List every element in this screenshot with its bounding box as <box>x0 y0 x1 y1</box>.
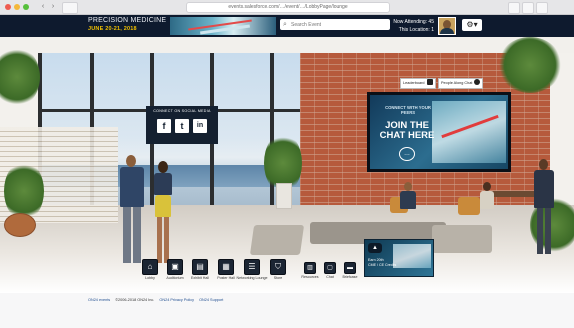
chat-screen[interactable]: CONNECT WITH YOUR PEERS JOIN THE CHAT HE… <box>367 92 511 172</box>
address-bar[interactable]: events.salesforce.com/…/event/…/LobbyPag… <box>186 2 390 13</box>
armchair <box>249 225 305 255</box>
standing-attendee <box>532 159 556 259</box>
browser-chrome: ‹ › events.salesforce.com/…/event/…/Lobb… <box>0 0 574 15</box>
networking-lounge-icon: ☰ <box>244 259 260 275</box>
graduation-cap-icon: ▲ <box>368 243 382 253</box>
store-icon: ⛉ <box>270 259 286 275</box>
chevron-down-icon: ▾ <box>473 20 478 29</box>
footer-brand[interactable]: ON24 events <box>88 298 110 302</box>
search-input[interactable] <box>291 20 387 29</box>
event-date: JUNE 20-21, 2018 <box>88 26 137 32</box>
poster-hall-icon: ▦ <box>218 259 234 275</box>
facebook-icon[interactable]: f <box>157 119 171 133</box>
tabs-icon[interactable] <box>522 2 534 14</box>
potted-plant <box>4 161 44 221</box>
twitter-icon[interactable]: t <box>175 119 189 133</box>
this-location: This Location: 1 <box>398 27 434 33</box>
briefcase-icon: ▬ <box>344 262 356 274</box>
promo-line-2: CME / CE Credits <box>368 262 397 267</box>
seated-attendee <box>478 182 496 218</box>
event-brand: PRECISION MEDICINE JUNE 20-21, 2018 <box>88 17 166 33</box>
chat-bubble-icon: … <box>399 147 415 161</box>
chat-icon <box>474 79 481 85</box>
back-icon[interactable]: ‹ <box>38 2 48 12</box>
linkedin-icon[interactable]: in <box>193 119 207 133</box>
sidebar-toggle-icon[interactable] <box>62 2 78 14</box>
settings-button[interactable]: ⚙▾ <box>462 19 482 31</box>
people-chat-tag[interactable]: People Along Chat <box>438 78 484 89</box>
exhibit-hall-icon: ▤ <box>192 259 208 275</box>
close-window-icon[interactable] <box>5 4 11 10</box>
share-icon[interactable] <box>508 2 520 14</box>
seated-attendee <box>398 182 418 218</box>
event-header: PRECISION MEDICINE JUNE 20-21, 2018 ⌕ No… <box>0 15 574 37</box>
orange-chair <box>458 197 480 215</box>
attendance-info: Now Attending: 45 This Location: 1 <box>392 18 434 34</box>
search-icon: ⌕ <box>283 21 287 28</box>
leaderboard-label: Leaderboard <box>403 81 425 85</box>
chat-screen-title: JOIN THE CHAT HERE <box>379 120 435 141</box>
social-title: CONNECT ON SOCIAL MEDIA <box>153 109 211 113</box>
trophy-icon <box>426 79 433 85</box>
chat-screen-subtitle: CONNECT WITH YOUR PEERS <box>385 105 431 115</box>
hanging-plant <box>498 37 562 93</box>
footer-privacy-link[interactable]: ON24 Privacy Policy <box>159 298 194 302</box>
people-chat-label: People Along Chat <box>441 81 473 85</box>
cme-credits-promo[interactable]: ▲ Earn 20th CME / CE Credits <box>364 239 434 277</box>
lobby-scene: CONNECT ON SOCIAL MEDIA f t in CONNECT W… <box>0 37 574 293</box>
header-banner-image <box>170 17 276 35</box>
event-title: PRECISION MEDICINE <box>88 17 167 24</box>
search-box[interactable]: ⌕ <box>280 19 390 30</box>
social-media-sign: CONNECT ON SOCIAL MEDIA f t in <box>146 106 218 144</box>
navigation-toolbar: ⌂ Lobby ▣ Auditorium ▤ Exhibit Hall ▦ Po… <box>0 257 574 281</box>
attendee-woman <box>150 161 178 269</box>
gear-icon: ⚙ <box>466 20 474 29</box>
add-tab-icon[interactable] <box>536 2 548 14</box>
avatar[interactable] <box>438 17 456 35</box>
footer-support-link[interactable]: ON24 Support <box>199 298 223 302</box>
minimize-window-icon[interactable] <box>14 4 20 10</box>
footer-copyright: ©2006-2018 ON24 Inc. <box>115 298 155 302</box>
attendee-man <box>118 155 148 271</box>
footer: ON24 events ©2006-2018 ON24 Inc. ON24 Pr… <box>0 293 574 328</box>
leaderboard-tag[interactable]: Leaderboard <box>400 78 436 89</box>
armchair <box>432 225 492 253</box>
browser-window: ‹ › events.salesforce.com/…/event/…/Lobb… <box>0 0 574 328</box>
maximize-window-icon[interactable] <box>23 4 29 10</box>
now-attending: Now Attending: 45 <box>393 19 434 25</box>
forward-icon[interactable]: › <box>48 2 58 12</box>
